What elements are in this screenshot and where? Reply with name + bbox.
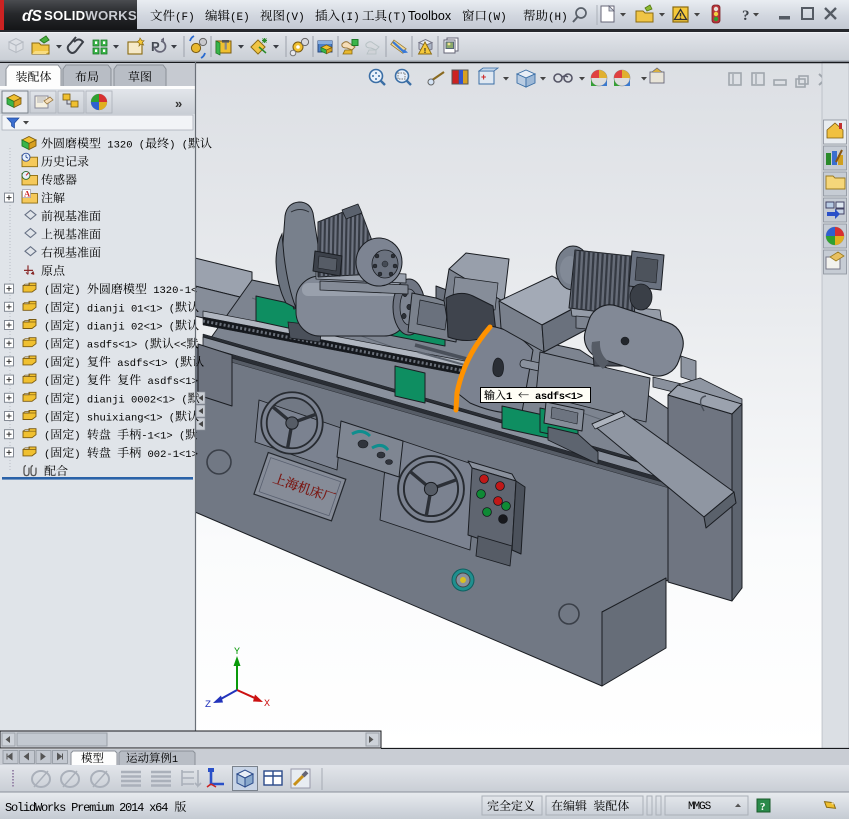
svg-text:(: ( xyxy=(44,340,50,352)
svg-text:Z: Z xyxy=(205,700,211,711)
svg-text:A: A xyxy=(24,189,31,199)
svg-text:-1<1> (: -1<1> ( xyxy=(141,431,185,443)
svg-text:X: X xyxy=(264,699,270,710)
svg-text:(: ( xyxy=(44,376,50,388)
svg-text:1: 1 xyxy=(172,755,178,766)
svg-text:(: ( xyxy=(44,322,50,334)
svg-text:+: + xyxy=(481,72,486,82)
svg-text:1320-1<: 1320-1< xyxy=(147,285,197,297)
svg-text:) dianji 0002<1> (: ) dianji 0002<1> ( xyxy=(74,394,187,406)
svg-text:): ) xyxy=(74,431,87,443)
svg-text:): ) xyxy=(74,358,87,370)
svg-text:asdfs<1>: asdfs<1> xyxy=(529,391,583,403)
svg-text:1: 1 xyxy=(506,391,518,403)
svg-text:) dianji 02<1> (: ) dianji 02<1> ( xyxy=(74,322,175,334)
svg-text:Y: Y xyxy=(234,647,240,658)
svg-text:(F): (F) xyxy=(175,12,195,24)
svg-text:(T): (T) xyxy=(387,12,407,24)
svg-text:) dianji 01<1> (: ) dianji 01<1> ( xyxy=(74,303,175,315)
svg-text:): ) xyxy=(74,285,87,297)
svg-text:): ) xyxy=(74,376,87,388)
svg-text:(: ( xyxy=(44,431,50,443)
svg-text:»: » xyxy=(175,96,182,111)
svg-text:1320 (: 1320 ( xyxy=(101,140,145,152)
svg-text:(: ( xyxy=(44,413,50,425)
svg-text:SOLIDWORKS: SOLIDWORKS xyxy=(44,8,137,23)
svg-text:002-1<1>: 002-1<1> xyxy=(141,449,198,461)
svg-text:(H): (H) xyxy=(548,12,568,24)
svg-text:(E): (E) xyxy=(230,12,250,24)
svg-text:(: ( xyxy=(44,394,50,406)
svg-text:(: ( xyxy=(44,303,50,315)
svg-text:) asdfs<1> (: ) asdfs<1> ( xyxy=(74,340,150,352)
svg-text:asdfs<1> (: asdfs<1> ( xyxy=(111,358,180,370)
svg-text:(W): (W) xyxy=(487,12,507,24)
svg-text:(: ( xyxy=(44,285,50,297)
svg-text:) shuixiang<1> (: ) shuixiang<1> ( xyxy=(74,413,175,425)
svg-text:asdfs<1>: asdfs<1> xyxy=(141,376,198,388)
svg-text:) (: ) ( xyxy=(169,140,188,152)
svg-text:(I): (I) xyxy=(340,12,360,24)
svg-text:?: ? xyxy=(742,8,750,24)
svg-text:<<: << xyxy=(174,340,187,352)
svg-text:(: ( xyxy=(44,358,50,370)
svg-text:SolidWorks Premium 2014 x64: SolidWorks Premium 2014 x64 xyxy=(5,801,174,815)
svg-text:MMGS: MMGS xyxy=(688,801,712,813)
svg-text:!: ! xyxy=(424,46,427,55)
svg-text:?: ? xyxy=(760,801,766,813)
svg-text:(V): (V) xyxy=(285,12,305,24)
svg-text:(: ( xyxy=(44,449,50,461)
svg-text:ɗS: ɗS xyxy=(22,8,42,25)
svg-text:Toolbox: Toolbox xyxy=(408,9,452,23)
svg-text:): ) xyxy=(74,449,87,461)
